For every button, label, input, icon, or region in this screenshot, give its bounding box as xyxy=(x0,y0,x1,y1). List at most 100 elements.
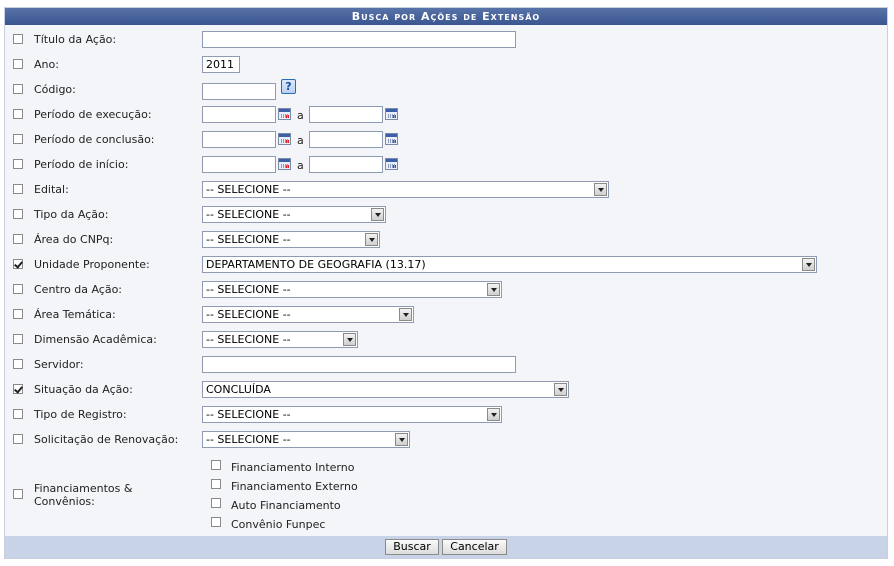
chevron-down-icon[interactable] xyxy=(365,233,378,246)
chevron-down-icon[interactable] xyxy=(371,208,384,221)
row-servidor: Servidor: xyxy=(5,351,887,376)
row-solicitacao-renovacao: Solicitação de Renovação: -- SELECIONE -… xyxy=(5,426,887,451)
area-tematica-checkbox[interactable] xyxy=(13,309,23,319)
codigo-input[interactable] xyxy=(202,83,276,100)
financiamento-externo-label: Financiamento Externo xyxy=(231,480,358,493)
periodo-inicio-from-input[interactable] xyxy=(202,156,276,173)
periodo-conclusao-from-input[interactable] xyxy=(202,131,276,148)
financiamento-externo-checkbox[interactable] xyxy=(211,479,221,489)
chevron-down-icon[interactable] xyxy=(395,433,408,446)
edital-select[interactable]: -- SELECIONE -- xyxy=(202,181,609,198)
periodo-conclusao-label: Período de conclusão: xyxy=(34,133,155,146)
tipo-acao-select[interactable]: -- SELECIONE -- xyxy=(202,206,386,223)
row-periodo-conclusao: Período de conclusão: a xyxy=(5,126,887,151)
centro-acao-select[interactable]: -- SELECIONE -- xyxy=(202,281,502,298)
periodo-execucao-to-input[interactable] xyxy=(309,106,383,123)
unidade-proponente-select[interactable]: DEPARTAMENTO DE GEOGRAFIA (13.17) xyxy=(202,256,817,273)
periodo-execucao-from-input[interactable] xyxy=(202,106,276,123)
buscar-button[interactable]: Buscar xyxy=(385,539,439,555)
row-periodo-inicio: Período de início: a xyxy=(5,151,887,176)
form-footer: Buscar Cancelar xyxy=(5,536,887,558)
tipo-acao-checkbox[interactable] xyxy=(13,209,23,219)
chevron-down-icon[interactable] xyxy=(554,383,567,396)
situacao-acao-select[interactable]: CONCLUÍDA xyxy=(202,381,569,398)
situacao-acao-label: Situação da Ação: xyxy=(34,383,133,396)
chevron-down-icon[interactable] xyxy=(802,258,815,271)
edital-checkbox[interactable] xyxy=(13,184,23,194)
row-titulo: Título da Ação: xyxy=(5,26,887,51)
chevron-down-icon[interactable] xyxy=(399,308,412,321)
unidade-proponente-selected: DEPARTAMENTO DE GEOGRAFIA (13.17) xyxy=(206,258,426,271)
cancelar-button[interactable]: Cancelar xyxy=(442,539,507,555)
row-tipo-acao: Tipo da Ação: -- SELECIONE -- xyxy=(5,201,887,226)
chevron-down-icon[interactable] xyxy=(487,408,500,421)
area-cnpq-label: Área do CNPq: xyxy=(34,233,114,246)
dimensao-academica-label: Dimensão Acadêmica: xyxy=(34,333,157,346)
chevron-down-icon[interactable] xyxy=(343,333,356,346)
titulo-checkbox[interactable] xyxy=(13,34,23,44)
periodo-inicio-checkbox[interactable] xyxy=(13,159,23,169)
financiamento-interno-label: Financiamento Interno xyxy=(231,461,355,474)
row-dimensao-academica: Dimensão Acadêmica: -- SELECIONE -- xyxy=(5,326,887,351)
area-cnpq-selected: -- SELECIONE -- xyxy=(206,233,291,246)
dimensao-academica-select[interactable]: -- SELECIONE -- xyxy=(202,331,358,348)
tipo-registro-selected: -- SELECIONE -- xyxy=(206,408,291,421)
area-tematica-select[interactable]: -- SELECIONE -- xyxy=(202,306,414,323)
tipo-registro-select[interactable]: -- SELECIONE -- xyxy=(202,406,502,423)
convenio-funpec-checkbox[interactable] xyxy=(211,517,221,527)
periodo-execucao-label: Período de execução: xyxy=(34,108,152,121)
financiamento-interno-checkbox[interactable] xyxy=(211,460,221,470)
chevron-down-icon[interactable] xyxy=(487,283,500,296)
form-caption: Busca por Ações de Extensão xyxy=(5,8,887,25)
solicitacao-renovacao-select[interactable]: -- SELECIONE -- xyxy=(202,431,410,448)
codigo-label: Código: xyxy=(34,83,76,96)
solicitacao-renovacao-checkbox[interactable] xyxy=(13,434,23,444)
solicitacao-renovacao-selected: -- SELECIONE -- xyxy=(206,433,291,446)
ano-input[interactable] xyxy=(202,56,240,73)
area-tematica-selected: -- SELECIONE -- xyxy=(206,308,291,321)
range-separator: a xyxy=(297,159,304,172)
calendar-icon[interactable] xyxy=(278,133,291,145)
titulo-input[interactable] xyxy=(202,31,516,48)
ano-checkbox[interactable] xyxy=(13,59,23,69)
centro-acao-checkbox[interactable] xyxy=(13,284,23,294)
codigo-checkbox[interactable] xyxy=(13,84,23,94)
auto-financiamento-checkbox[interactable] xyxy=(211,498,221,508)
calendar-icon[interactable] xyxy=(278,158,291,170)
tipo-acao-selected: -- SELECIONE -- xyxy=(206,208,291,221)
periodo-inicio-to-input[interactable] xyxy=(309,156,383,173)
unidade-proponente-checkbox[interactable] xyxy=(13,259,23,269)
servidor-input[interactable] xyxy=(202,356,516,373)
row-tipo-registro: Tipo de Registro: -- SELECIONE -- xyxy=(5,401,887,426)
row-ano: Ano: xyxy=(5,51,887,76)
dimensao-academica-selected: -- SELECIONE -- xyxy=(206,333,291,346)
area-cnpq-checkbox[interactable] xyxy=(13,234,23,244)
help-icon[interactable]: ? xyxy=(281,79,296,94)
tipo-registro-checkbox[interactable] xyxy=(13,409,23,419)
chevron-down-icon[interactable] xyxy=(594,183,607,196)
calendar-icon[interactable] xyxy=(278,108,291,120)
row-centro-acao: Centro da Ação: -- SELECIONE -- xyxy=(5,276,887,301)
periodo-execucao-checkbox[interactable] xyxy=(13,109,23,119)
tipo-registro-label: Tipo de Registro: xyxy=(34,408,127,421)
dimensao-academica-checkbox[interactable] xyxy=(13,334,23,344)
centro-acao-label: Centro da Ação: xyxy=(34,283,123,296)
calendar-icon[interactable] xyxy=(385,133,398,145)
calendar-icon[interactable] xyxy=(385,108,398,120)
auto-financiamento-label: Auto Financiamento xyxy=(231,499,341,512)
solicitacao-renovacao-label: Solicitação de Renovação: xyxy=(34,433,179,446)
row-situacao-acao: Situação da Ação: CONCLUÍDA xyxy=(5,376,887,401)
servidor-checkbox[interactable] xyxy=(13,359,23,369)
edital-label: Edital: xyxy=(34,183,69,196)
row-area-tematica: Área Temática: -- SELECIONE -- xyxy=(5,301,887,326)
periodo-conclusao-checkbox[interactable] xyxy=(13,134,23,144)
range-separator: a xyxy=(297,134,304,147)
unidade-proponente-label: Unidade Proponente: xyxy=(34,258,150,271)
situacao-acao-checkbox[interactable] xyxy=(13,384,23,394)
periodo-conclusao-to-input[interactable] xyxy=(309,131,383,148)
row-periodo-execucao: Período de execução: a xyxy=(5,101,887,126)
range-separator: a xyxy=(297,109,304,122)
calendar-icon[interactable] xyxy=(385,158,398,170)
area-cnpq-select[interactable]: -- SELECIONE -- xyxy=(202,231,380,248)
financiamentos-checkbox[interactable] xyxy=(13,489,23,499)
